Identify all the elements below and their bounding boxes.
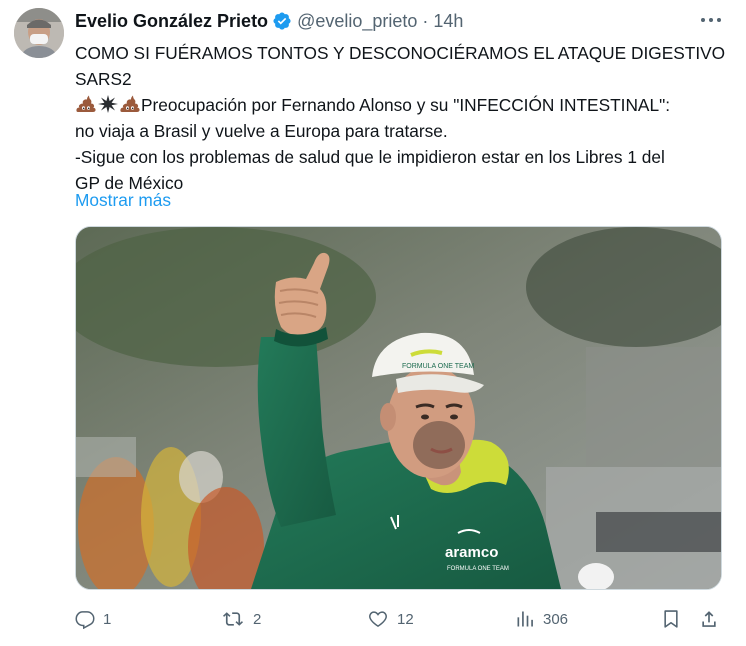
jacket-sub-text: FORMULA ONE TEAM xyxy=(447,566,509,572)
tweet-photo[interactable]: FORMULA ONE TEAM aramco FORMULA ONE TEAM xyxy=(75,226,722,590)
repost-icon xyxy=(223,612,243,626)
more-dots-icon xyxy=(701,18,721,22)
pile-of-poo-icon xyxy=(75,94,97,114)
tweet-text-line: COMO SI FUÉRAMOS TONTOS Y DESCONOCIÉRAMO… xyxy=(75,43,726,63)
like-button[interactable]: 12 xyxy=(367,600,414,638)
pile-of-poo-icon xyxy=(119,94,141,114)
jacket-brand-text: aramco xyxy=(445,544,498,561)
tweet-time[interactable]: 14h xyxy=(433,11,463,32)
author-handle[interactable]: @evelio_prieto xyxy=(297,11,417,32)
separator-dot: · xyxy=(422,10,429,31)
author-name[interactable]: Evelio González Prieto xyxy=(75,11,268,32)
verified-badge-icon xyxy=(272,11,292,31)
tweet-text-line: Preocupación por Fernando Alonso y su "I… xyxy=(75,92,725,118)
views-button[interactable]: 306 xyxy=(515,600,568,638)
tweet-header: Evelio González Prieto @evelio_prieto · … xyxy=(75,10,463,32)
reply-count: 1 xyxy=(103,610,112,628)
tweet-text-line: GP de México xyxy=(75,173,184,193)
photo-image: FORMULA ONE TEAM aramco FORMULA ONE TEAM xyxy=(76,227,721,589)
tweet-text-line: no viaja a Brasil y vuelve a Europa para… xyxy=(75,121,448,141)
tweet-actions: 1 2 12 306 xyxy=(75,600,725,638)
cap-brand-text: FORMULA ONE TEAM xyxy=(402,363,474,370)
bookmark-button[interactable] xyxy=(661,600,681,638)
tweet[interactable]: Evelio González Prieto @evelio_prieto · … xyxy=(0,0,746,646)
like-count: 12 xyxy=(397,610,414,628)
tweet-text-line: SARS2 xyxy=(75,69,132,89)
tweet-text-line: -Sigue con los problemas de salud que le… xyxy=(75,147,665,167)
share-icon xyxy=(702,611,716,627)
views-count: 306 xyxy=(543,610,569,628)
avatar-image xyxy=(14,8,64,58)
share-button[interactable] xyxy=(699,600,719,638)
collision-icon xyxy=(97,94,119,114)
views-chart-icon xyxy=(517,611,533,627)
reply-icon xyxy=(75,611,95,629)
more-options-button[interactable] xyxy=(698,9,724,31)
tweet-text: COMO SI FUÉRAMOS TONTOS Y DESCONOCIÉRAMO… xyxy=(75,40,725,196)
reply-button[interactable]: 1 xyxy=(75,600,111,638)
avatar[interactable] xyxy=(14,8,64,58)
repost-button[interactable]: 2 xyxy=(221,600,261,638)
bookmark-icon xyxy=(664,610,678,628)
show-more-link[interactable]: Mostrar más xyxy=(75,187,171,213)
repost-count: 2 xyxy=(253,610,262,628)
heart-icon xyxy=(369,611,387,627)
tweet-text-fragment: Preocupación por Fernando Alonso y su "I… xyxy=(141,95,671,115)
